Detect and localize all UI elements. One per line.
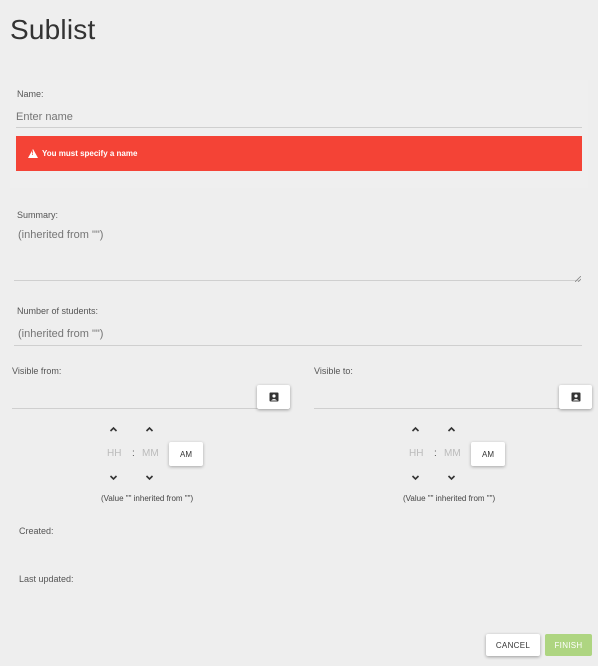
from-hours-down-chevron-icon[interactable] — [109, 473, 118, 482]
from-ampm-toggle[interactable]: AM — [169, 442, 203, 466]
students-label: Number of students: — [17, 306, 99, 316]
to-minutes-down-chevron-icon[interactable] — [447, 473, 456, 482]
to-minutes-up-chevron-icon[interactable] — [447, 425, 456, 434]
from-hours-up-chevron-icon[interactable] — [109, 425, 118, 434]
to-hours-down-chevron-icon[interactable] — [411, 473, 420, 482]
from-inherited-note: (Value "" inherited from "") — [101, 494, 194, 503]
name-label: Name: — [17, 89, 44, 99]
page-title: Sublist — [10, 14, 96, 45]
from-hours-field[interactable]: HH — [107, 448, 121, 459]
name-error-text: You must specify a name — [42, 149, 138, 158]
resize-grip-icon[interactable] — [575, 276, 581, 282]
calendar-icon — [269, 392, 278, 402]
visible-to-date-input[interactable] — [314, 386, 592, 409]
visible-to-label: Visible to: — [314, 366, 353, 376]
to-ampm-toggle[interactable]: AM — [471, 442, 505, 466]
from-minutes-field[interactable]: MM — [142, 448, 159, 459]
visible-to-calendar-button[interactable] — [559, 385, 592, 409]
from-minutes-up-chevron-icon[interactable] — [145, 425, 154, 434]
name-error-banner: You must specify a name — [16, 136, 582, 171]
students-input[interactable] — [14, 322, 582, 346]
from-minutes-down-chevron-icon[interactable] — [145, 473, 154, 482]
calendar-icon — [571, 392, 580, 402]
warning-icon — [28, 149, 38, 158]
visible-from-date-input[interactable] — [12, 386, 290, 409]
name-section — [10, 80, 588, 188]
visible-from-calendar-button[interactable] — [257, 385, 290, 409]
to-inherited-note: (Value "" inherited from "") — [403, 494, 496, 503]
visible-from-label: Visible from: — [12, 366, 62, 376]
to-time-separator: : — [434, 448, 437, 459]
last-updated-label: Last updated: — [19, 574, 74, 584]
summary-textarea[interactable] — [14, 225, 580, 281]
to-hours-up-chevron-icon[interactable] — [411, 425, 420, 434]
to-minutes-field[interactable]: MM — [444, 448, 461, 459]
to-hours-field[interactable]: HH — [409, 448, 423, 459]
summary-label: Summary: — [17, 210, 59, 220]
name-input[interactable] — [16, 107, 582, 128]
created-label: Created: — [19, 526, 54, 536]
from-time-separator: : — [132, 448, 135, 459]
cancel-button[interactable]: CANCEL — [486, 634, 540, 656]
finish-button[interactable]: FINISH — [545, 634, 592, 656]
